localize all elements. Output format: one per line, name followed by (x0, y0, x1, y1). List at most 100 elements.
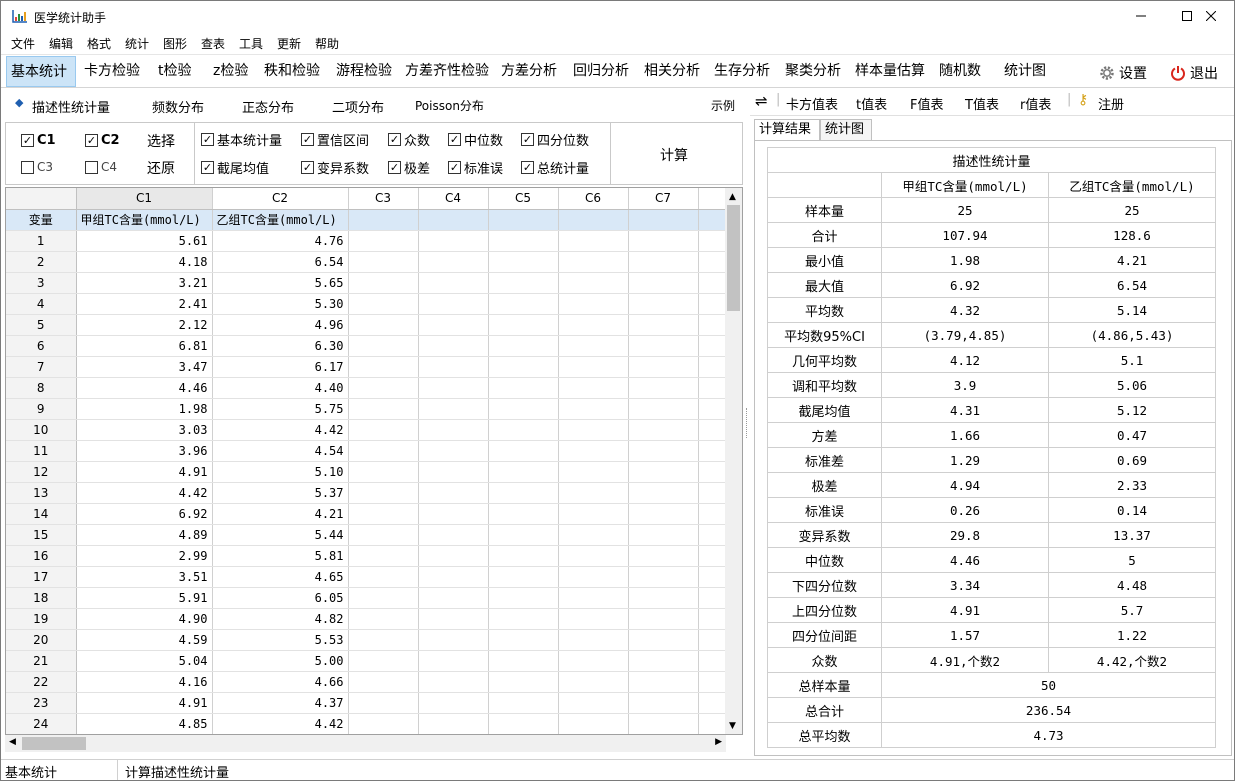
empty-cell[interactable] (418, 398, 489, 420)
empty-cell[interactable] (348, 293, 419, 315)
empty-cell[interactable] (488, 398, 559, 420)
row-number[interactable]: 6 (6, 335, 77, 357)
empty-cell[interactable] (418, 251, 489, 273)
cell-c2[interactable]: 5.00 (212, 650, 349, 672)
row-number[interactable]: 4 (6, 293, 77, 315)
empty-cell[interactable] (418, 314, 489, 336)
opt-quartiles[interactable]: ✓ 四分位数 (521, 130, 589, 149)
empty-cell[interactable] (628, 314, 699, 336)
exit-button[interactable]: 退出 (1170, 63, 1218, 83)
cell-c1[interactable]: 4.91 (76, 461, 213, 483)
row-number[interactable]: 12 (6, 461, 77, 483)
menu-graph[interactable]: 图形 (163, 35, 187, 52)
empty-cell[interactable] (488, 335, 559, 357)
cell-c1[interactable]: 5.04 (76, 650, 213, 672)
example-link[interactable]: 示例 (711, 97, 735, 114)
empty-cell[interactable] (628, 692, 699, 714)
cell-c2[interactable]: 5.53 (212, 629, 349, 651)
tab-normal[interactable]: 正态分布 (242, 97, 294, 116)
empty-cell[interactable] (628, 251, 699, 273)
row-number[interactable]: 24 (6, 713, 77, 734)
empty-cell[interactable] (348, 440, 419, 462)
f-table-button[interactable]: F值表 (910, 94, 943, 113)
var-name-cell[interactable] (488, 209, 559, 231)
cell-c2[interactable]: 4.40 (212, 377, 349, 399)
t-table-button[interactable]: t值表 (856, 94, 887, 113)
empty-cell[interactable] (488, 566, 559, 588)
tab-results[interactable]: 计算结果 (754, 119, 820, 141)
tab-frequency[interactable]: 频数分布 (152, 97, 204, 116)
empty-cell[interactable] (418, 482, 489, 504)
empty-cell[interactable] (418, 545, 489, 567)
empty-cell[interactable] (488, 251, 559, 273)
empty-cell[interactable] (628, 650, 699, 672)
grid-horizontal-scrollbar[interactable]: ◀ ▶ (5, 735, 726, 752)
row-number[interactable]: 2 (6, 251, 77, 273)
cell-c2[interactable]: 5.10 (212, 461, 349, 483)
empty-cell[interactable] (488, 608, 559, 630)
opt-confidence-interval[interactable]: ✓ 置信区间 (301, 130, 369, 149)
col-header[interactable]: C1 (76, 188, 213, 210)
empty-cell[interactable] (488, 713, 559, 734)
empty-cell[interactable] (348, 272, 419, 294)
empty-cell[interactable] (558, 713, 629, 734)
c1-checkbox[interactable]: ✓ C1 (21, 133, 56, 148)
row-number[interactable]: 11 (6, 440, 77, 462)
module-sample-size[interactable]: 样本量估算 (851, 56, 929, 87)
empty-cell[interactable] (488, 356, 559, 378)
empty-cell[interactable] (348, 356, 419, 378)
cell-c2[interactable]: 5.81 (212, 545, 349, 567)
empty-cell[interactable] (348, 692, 419, 714)
empty-cell[interactable] (558, 293, 629, 315)
empty-cell[interactable] (558, 608, 629, 630)
empty-cell[interactable] (348, 629, 419, 651)
empty-cell[interactable] (418, 230, 489, 252)
empty-cell[interactable] (488, 461, 559, 483)
empty-cell[interactable] (558, 398, 629, 420)
empty-cell[interactable] (558, 440, 629, 462)
empty-cell[interactable] (348, 524, 419, 546)
cell-c2[interactable]: 5.44 (212, 524, 349, 546)
empty-cell[interactable] (628, 440, 699, 462)
cell-c1[interactable]: 3.47 (76, 356, 213, 378)
empty-cell[interactable] (418, 440, 489, 462)
settings-button[interactable]: 设置 (1099, 63, 1147, 83)
cell-c1[interactable]: 4.18 (76, 251, 213, 273)
var-name-cell[interactable]: 甲组TC含量(mmol/L) (76, 209, 213, 231)
empty-cell[interactable] (628, 335, 699, 357)
empty-cell[interactable] (628, 545, 699, 567)
row-number[interactable]: 22 (6, 671, 77, 693)
empty-cell[interactable] (418, 713, 489, 734)
empty-cell[interactable] (488, 629, 559, 651)
empty-cell[interactable] (488, 482, 559, 504)
empty-cell[interactable] (628, 566, 699, 588)
tab-poisson[interactable]: Poisson分布 (415, 97, 484, 114)
empty-cell[interactable] (488, 377, 559, 399)
cell-c2[interactable]: 5.30 (212, 293, 349, 315)
cell-c1[interactable]: 3.03 (76, 419, 213, 441)
module-runs-test[interactable]: 游程检验 (332, 56, 396, 87)
cell-c2[interactable]: 4.96 (212, 314, 349, 336)
row-number[interactable]: 21 (6, 650, 77, 672)
cell-c1[interactable]: 2.41 (76, 293, 213, 315)
row-number[interactable]: 23 (6, 692, 77, 714)
empty-cell[interactable] (558, 566, 629, 588)
empty-cell[interactable] (628, 398, 699, 420)
cell-c2[interactable]: 6.54 (212, 251, 349, 273)
empty-cell[interactable] (488, 671, 559, 693)
grid-vertical-scrollbar[interactable]: ▲ ▼ (725, 188, 742, 734)
col-header[interactable]: C7 (628, 188, 699, 210)
cell-c2[interactable]: 6.05 (212, 587, 349, 609)
cell-c1[interactable]: 6.81 (76, 335, 213, 357)
empty-cell[interactable] (488, 272, 559, 294)
empty-cell[interactable] (418, 503, 489, 525)
tab-descriptive[interactable]: 描述性统计量 (32, 97, 110, 116)
c4-checkbox[interactable]: C4 (85, 160, 117, 174)
cell-c1[interactable]: 4.90 (76, 608, 213, 630)
row-number[interactable]: 5 (6, 314, 77, 336)
empty-cell[interactable] (348, 335, 419, 357)
cell-c2[interactable]: 4.66 (212, 671, 349, 693)
empty-cell[interactable] (348, 230, 419, 252)
module-chi-square[interactable]: 卡方检验 (80, 56, 144, 87)
opt-mode[interactable]: ✓ 众数 (388, 130, 430, 149)
